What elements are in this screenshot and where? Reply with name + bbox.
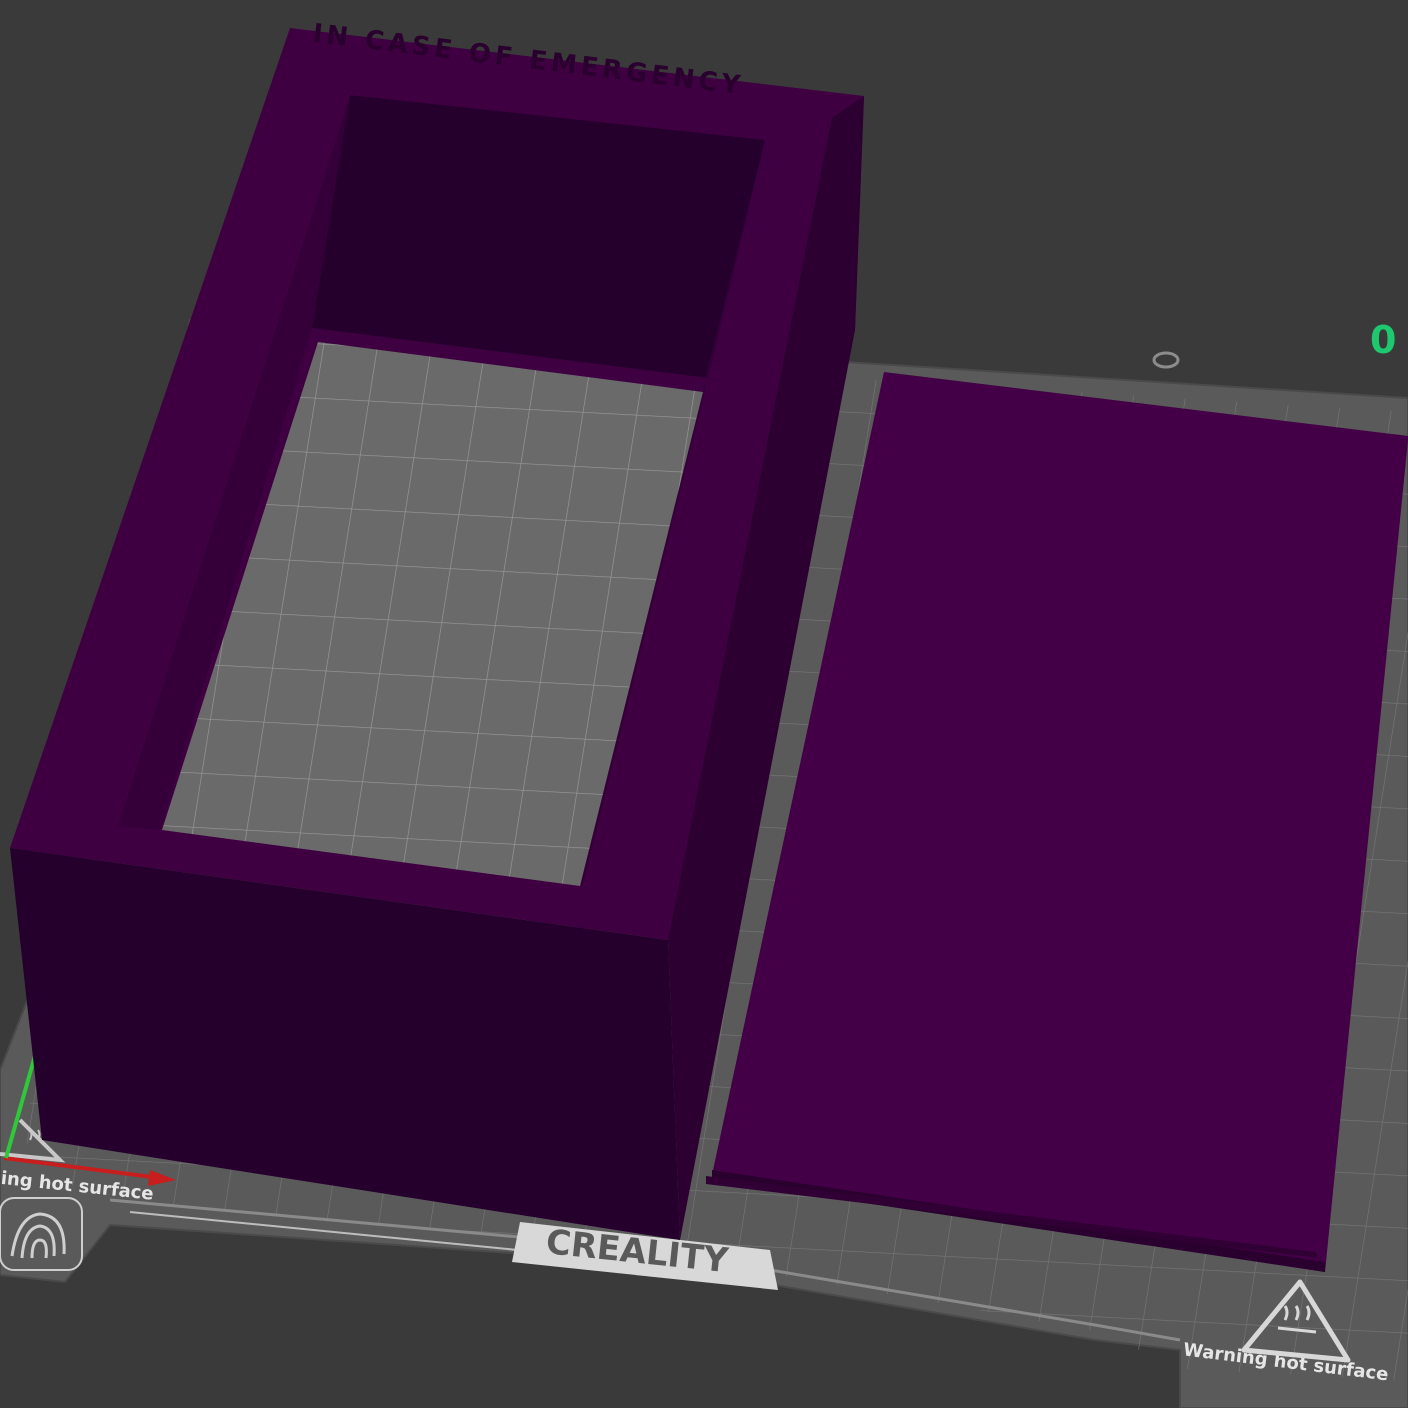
3d-viewport[interactable]: CREALITY ing hot surface Warning hot sur… bbox=[0, 0, 1408, 1408]
mount-hole bbox=[1152, 351, 1180, 369]
scene-canvas[interactable]: CREALITY ing hot surface Warning hot sur… bbox=[0, 0, 1408, 1408]
plate-index-label[interactable]: 0 bbox=[1370, 318, 1396, 362]
